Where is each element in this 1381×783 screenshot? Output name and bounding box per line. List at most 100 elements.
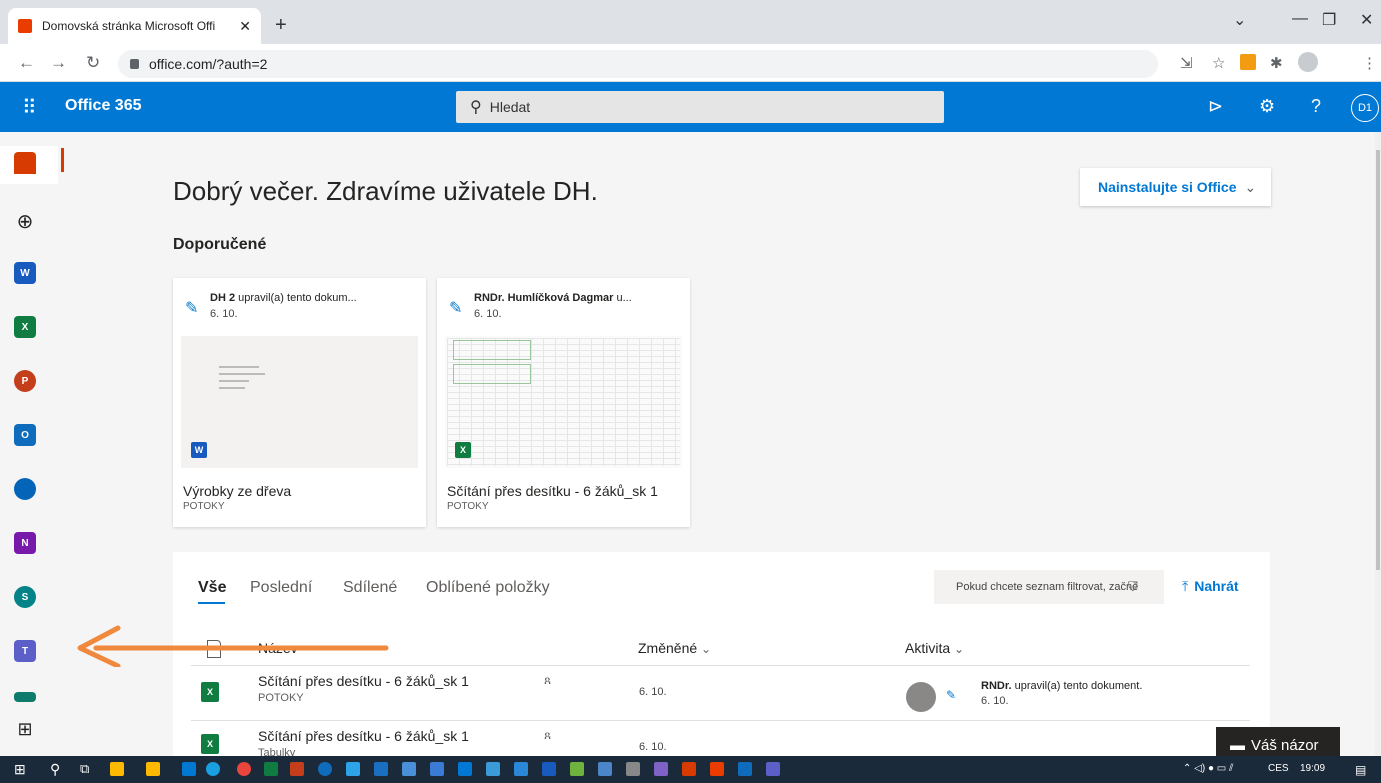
search-icon[interactable]: ⚲ [50,761,60,778]
ie-icon[interactable] [374,762,388,776]
filter-placeholder: Pokud chcete seznam filtrovat, začně [956,581,1139,593]
taskbar-app-icon[interactable] [318,762,332,776]
search-placeholder: Hledat [489,99,531,115]
powerpoint-icon[interactable]: P [14,370,36,392]
tab-search-chevron-icon[interactable]: ⌄ [1233,10,1246,30]
reload-icon[interactable]: ↻ [86,53,100,73]
notifications-icon[interactable]: ▤ [1355,763,1366,777]
all-apps-icon[interactable]: ⊞ [14,718,36,740]
pencil-icon: ✎ [185,300,199,317]
feedback-label: Váš názor [1251,736,1319,754]
powerpoint-taskbar-icon[interactable] [290,762,304,776]
restore-icon[interactable]: ❐ [1322,10,1336,30]
install-office-label: Nainstalujte si Office [1098,179,1237,195]
tab-shared[interactable]: Sdílené [343,579,397,597]
card-activity: DH 2 upravil(a) tento dokum... [210,292,410,304]
outlook-taskbar-icon[interactable] [738,762,752,776]
teams-icon[interactable]: T [14,640,36,662]
chevron-down-icon: ⌄ [701,642,712,656]
taskbar-app-icon[interactable] [626,762,640,776]
task-view-icon[interactable]: ⧉ [80,761,89,777]
row-file-name[interactable]: Sčítání přes desítku - 6 žáků_sk 1 [258,728,469,744]
home-icon[interactable] [14,152,36,174]
taskbar-app-icon[interactable] [346,762,360,776]
create-icon[interactable]: ⊕ [14,210,36,233]
excel-taskbar-icon[interactable] [264,762,278,776]
extensions-puzzle-icon[interactable]: ✱ [1270,54,1283,72]
onenote-icon[interactable]: N [14,532,36,554]
office-taskbar-icon[interactable] [710,762,724,776]
upload-button[interactable]: ⤒ Nahrát [1182,578,1239,595]
back-icon[interactable]: ← [18,53,35,73]
taskbar-app-icon[interactable] [146,762,160,776]
profile-icon[interactable] [1298,52,1318,72]
taskbar-app-icon[interactable] [486,762,500,776]
row-modified-date: 6. 10. [639,686,667,698]
sway-icon[interactable] [14,692,36,702]
row-file-name[interactable]: Sčítání přes desítku - 6 žáků_sk 1 [258,673,469,689]
minimize-icon[interactable]: — [1292,10,1308,28]
recommended-card[interactable]: ✎ DH 2 upravil(a) tento dokum... 6. 10. … [173,278,426,527]
app-launcher-icon[interactable]: ⠿ [22,95,37,120]
tray-icons[interactable]: ⌃ ◁) ● ▭ ⫽ [1183,763,1233,774]
word-file-icon: W [191,442,207,458]
excel-icon[interactable]: X [14,316,36,338]
office-brand[interactable]: Office 365 [65,97,141,115]
extension-icon[interactable] [1240,54,1256,70]
card-file-name: Sčítání přes desítku - 6 žáků_sk 1 [447,483,658,499]
word-icon[interactable]: W [14,262,36,284]
window-close-icon[interactable]: ✕ [1360,10,1373,30]
file-explorer-icon[interactable] [110,762,124,776]
tab-all[interactable]: Vše [198,579,226,597]
teams-taskbar-icon[interactable] [766,762,780,776]
taskbar-app-icon[interactable] [402,762,416,776]
install-app-icon[interactable]: ⇲ [1180,54,1193,72]
outlook-icon[interactable]: O [14,424,36,446]
onedrive-icon[interactable] [14,478,36,500]
activity-action: upravil(a) tento dokument. [1011,680,1143,692]
new-tab-button[interactable]: + [275,14,287,37]
forward-icon[interactable]: → [50,53,67,73]
search-input[interactable]: ⚲ Hledat [456,91,944,123]
card-activity: RNDr. Humlíčková Dagmar u... [474,292,674,304]
chrome-icon[interactable] [237,762,251,776]
taskbar-app-icon[interactable] [430,762,444,776]
mail-icon[interactable] [182,762,196,776]
taskbar-app-icon[interactable] [570,762,584,776]
tab-close-icon[interactable]: ✕ [239,18,251,35]
taskbar-app-icon[interactable] [682,762,696,776]
shared-icon: ጸ [544,673,552,687]
taskbar-app-icon[interactable] [654,762,668,776]
recommended-card[interactable]: ✎ RNDr. Humlíčková Dagmar u... 6. 10. X … [437,278,690,527]
column-modified[interactable]: Změněné ⌄ [638,640,711,656]
help-icon[interactable]: ? [1311,96,1321,117]
card-author: DH 2 [210,292,236,304]
card-preview: X [445,336,682,468]
column-activity-label: Aktivita [905,640,951,656]
taskbar-app-icon[interactable] [458,762,472,776]
browser-menu-icon[interactable]: ⋮ [1362,54,1377,72]
language-indicator[interactable]: CES [1268,763,1289,774]
whats-new-icon[interactable]: ⊳ [1208,96,1223,117]
tab-recent[interactable]: Poslední [250,579,312,597]
sharepoint-icon[interactable]: S [14,586,36,608]
card-file-location: POTOKY [447,501,489,512]
taskbar-app-icon[interactable] [598,762,612,776]
scrollbar-thumb[interactable] [1376,150,1380,570]
windows-start-icon[interactable]: ⊞ [14,761,26,778]
excel-file-icon: X [455,442,471,458]
taskbar-app-icon[interactable] [514,762,528,776]
word-taskbar-icon[interactable] [542,762,556,776]
address-bar[interactable]: office.com/?auth=2 [118,50,1158,78]
browser-tab[interactable]: Domovská stránka Microsoft Offi ✕ [8,8,261,44]
chevron-down-icon: ⌄ [1244,178,1257,195]
clock[interactable]: 19:09 [1300,763,1325,774]
column-activity[interactable]: Aktivita ⌄ [905,640,964,656]
edge-icon[interactable] [206,762,220,776]
bookmark-star-icon[interactable]: ☆ [1212,54,1225,72]
install-office-button[interactable]: Nainstalujte si Office ⌄ [1080,168,1271,206]
filter-icon: ⛉ [1128,579,1138,594]
tab-favorites[interactable]: Oblíbené položky [426,579,550,597]
gear-icon[interactable]: ⚙ [1259,96,1275,117]
avatar[interactable]: D1 [1351,94,1379,122]
